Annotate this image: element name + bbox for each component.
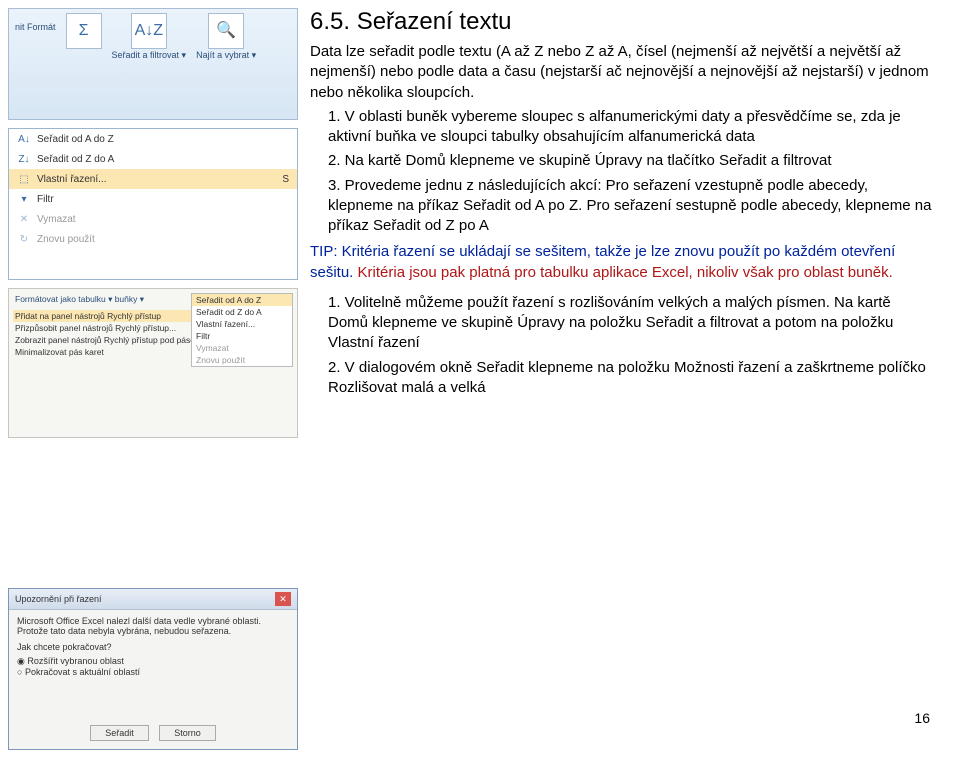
sort-filter-icon: A↓Z [131, 13, 167, 49]
tip-paragraph: TIP: Kritéria řazení se ukládají se seši… [310, 242, 932, 283]
clear-icon: ✕ [17, 212, 31, 226]
step-3: 3. Provedeme jednu z následujících akcí:… [310, 176, 932, 237]
find-select-icon: 🔍 [208, 13, 244, 49]
step-2: 2. Na kartě Domů klepneme ve skupině Úpr… [310, 151, 932, 171]
sort-menu-screenshot: A↓Seřadit od A do Z Z↓Seřadit od Z do A … [8, 128, 298, 280]
custom-sort-icon: ⬚ [17, 172, 31, 186]
dialog-title: Upozornění při řazení [15, 594, 102, 604]
step2-2: 2. V dialogovém okně Seřadit klepneme na… [310, 358, 932, 399]
intro-paragraph: Data lze seřadit podle textu (A až Z neb… [310, 42, 932, 103]
format-label: nit Formát [15, 13, 56, 61]
step-1: 1. V oblasti buněk vybereme sloupec s al… [310, 107, 932, 148]
autosum-icon: Σ [66, 13, 102, 49]
cancel-button: Storno [159, 725, 216, 741]
sort-desc-icon: Z↓ [17, 152, 31, 166]
sort-asc-icon: A↓ [17, 132, 31, 146]
sort-warning-dialog-screenshot: Upozornění při řazení ✕ Microsoft Office… [8, 588, 298, 750]
filter-icon: ▾ [17, 192, 31, 206]
qat-menu-screenshot: Formátovat jako tabulku ▾ buňky ▾ Přidat… [8, 288, 298, 438]
sort-button: Seřadit [90, 725, 149, 741]
section-title: 6.5. Seřazení textu [310, 8, 932, 36]
ribbon-screenshot: nit Formát Σ A↓ZSeřadit a filtrovat ▾ 🔍N… [8, 8, 298, 120]
step2-1: 1. Volitelně můžeme použít řazení s rozl… [310, 293, 932, 354]
close-icon: ✕ [275, 592, 291, 606]
page-number: 16 [914, 710, 930, 726]
reapply-icon: ↻ [17, 232, 31, 246]
